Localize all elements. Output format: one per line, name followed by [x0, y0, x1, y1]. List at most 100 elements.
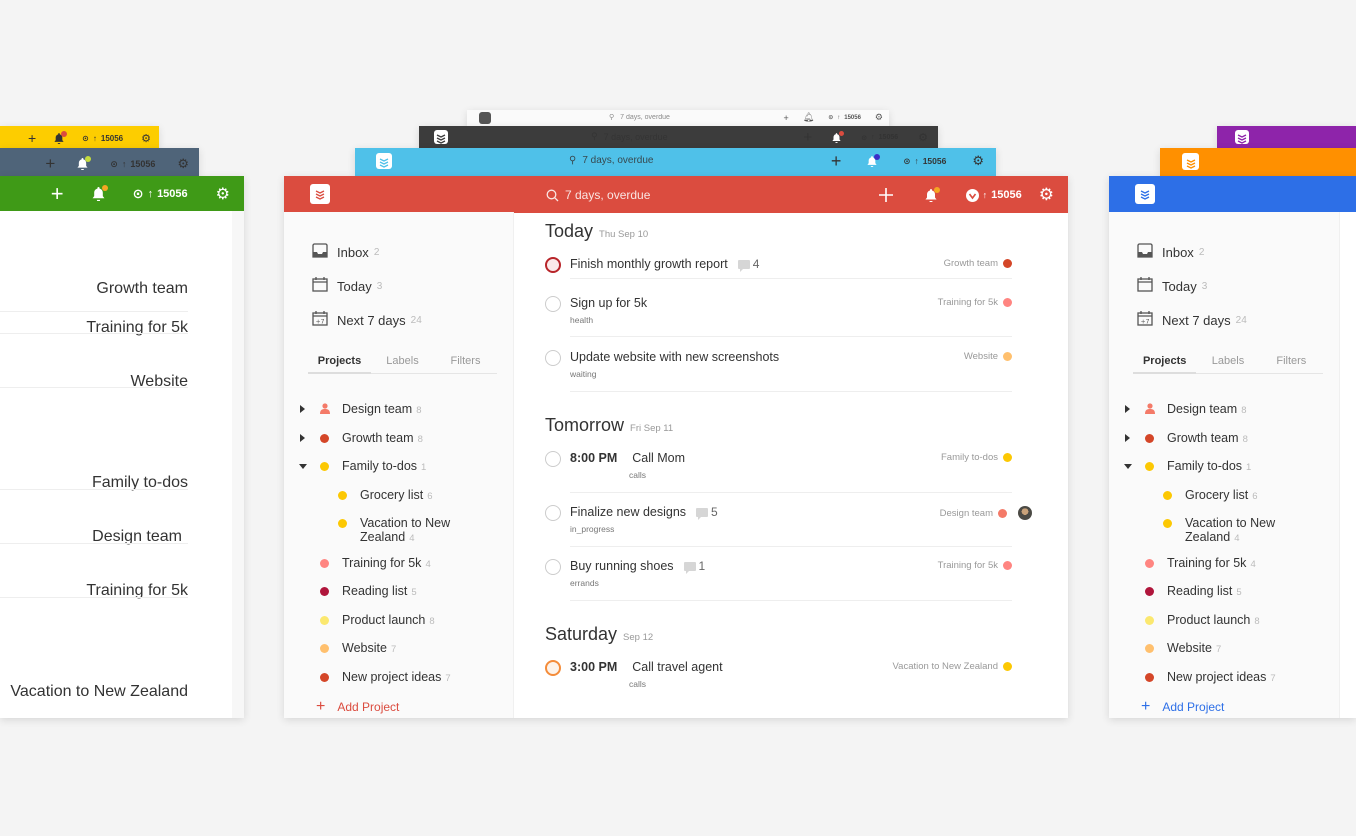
- project-item[interactable]: Product launch 8: [1145, 613, 1260, 629]
- task-label[interactable]: calls: [629, 470, 646, 480]
- task-project-tag[interactable]: Growth team: [944, 258, 1012, 269]
- karma-indicator[interactable]: ⊙ ↑ 15056: [861, 134, 898, 142]
- task-title[interactable]: Call Mom: [632, 451, 685, 465]
- gear-icon[interactable]: ⚙: [141, 132, 151, 145]
- task-title[interactable]: Finish monthly growth report: [570, 257, 728, 271]
- task-checkbox[interactable]: [545, 296, 561, 312]
- add-icon[interactable]: +: [804, 129, 813, 146]
- task-label[interactable]: calls: [629, 679, 646, 689]
- bell-icon[interactable]: [77, 156, 92, 170]
- task-checkbox[interactable]: [545, 257, 561, 273]
- project-item[interactable]: Website 7: [320, 641, 396, 657]
- project-item[interactable]: Design team 8: [1125, 402, 1246, 418]
- task-row[interactable]: Buy running shoes 1 errands Training for 5k: [545, 559, 1012, 589]
- nav-item-next-7-days[interactable]: +7 Next 7 days 24: [1137, 311, 1247, 329]
- expand-arrow-icon[interactable]: [1125, 434, 1130, 442]
- assignee-avatar[interactable]: [1018, 506, 1032, 520]
- task-checkbox[interactable]: [545, 350, 561, 366]
- project-item[interactable]: Growth team 8: [300, 431, 423, 447]
- add-icon[interactable]: +: [51, 183, 64, 205]
- tab-filters[interactable]: Filters: [434, 355, 497, 373]
- bell-icon[interactable]: [832, 130, 845, 143]
- karma-indicator[interactable]: ↑ 15056: [965, 188, 1022, 202]
- karma-indicator[interactable]: ⊙ ↑ 15056: [110, 159, 155, 170]
- comment-count[interactable]: 5: [696, 505, 718, 520]
- tab-labels[interactable]: Labels: [371, 355, 434, 373]
- project-item[interactable]: Vacation to New Zealand 4: [1163, 516, 1275, 546]
- search-input[interactable]: ⚲ 7 days, overdue: [569, 155, 654, 166]
- tab-projects[interactable]: Projects: [1133, 355, 1197, 374]
- project-item[interactable]: Training for 5k 4: [320, 556, 431, 572]
- nav-item-inbox[interactable]: Inbox 2: [1137, 243, 1204, 261]
- nav-item-today[interactable]: Today 3: [312, 277, 382, 295]
- collapse-arrow-icon[interactable]: [299, 464, 307, 469]
- search-input[interactable]: ⚲ 7 days, overdue: [591, 131, 668, 142]
- karma-indicator[interactable]: ⊙ ↑ 15056: [82, 134, 123, 143]
- gear-icon[interactable]: ⚙: [918, 131, 928, 144]
- project-item[interactable]: Reading list 5: [1145, 584, 1242, 600]
- task-title[interactable]: Call travel agent: [632, 660, 722, 674]
- project-item[interactable]: Grocery list 6: [338, 488, 433, 504]
- project-item[interactable]: Website 7: [1145, 641, 1221, 657]
- add-project-button[interactable]: + Add Project: [1141, 699, 1224, 715]
- search-input[interactable]: ⚲ 7 days, overdue: [609, 113, 670, 122]
- logo-icon[interactable]: [434, 130, 448, 144]
- nav-item-next-7-days[interactable]: +7 Next 7 days 24: [312, 311, 422, 329]
- task-checkbox[interactable]: [545, 505, 561, 521]
- task-project-tag[interactable]: Vacation to New Zealand: [10, 683, 188, 701]
- gear-icon[interactable]: ⚙: [1039, 185, 1054, 205]
- collapse-arrow-icon[interactable]: [1124, 464, 1132, 469]
- bell-icon[interactable]: [867, 153, 881, 167]
- task-checkbox[interactable]: [545, 559, 561, 575]
- task-row[interactable]: 3:00 PM Call travel agent calls Vacation to…: [545, 660, 1012, 690]
- tab-filters[interactable]: Filters: [1260, 355, 1323, 373]
- task-project-tag[interactable]: Training for 5k: [938, 297, 1012, 308]
- logo-icon[interactable]: [1182, 153, 1199, 170]
- project-item[interactable]: Training for 5k 4: [1145, 556, 1256, 572]
- task-project-tag[interactable]: Training for 5k: [86, 319, 188, 337]
- tab-labels[interactable]: Labels: [1196, 355, 1259, 373]
- logo-icon[interactable]: [310, 184, 330, 204]
- task-project-tag[interactable]: Training for 5k: [938, 560, 1012, 571]
- task-row[interactable]: Sign up for 5k health Training for 5k: [545, 296, 1012, 326]
- add-icon[interactable]: +: [45, 154, 55, 174]
- gear-icon[interactable]: ⚙: [875, 112, 883, 123]
- task-row[interactable]: Finish monthly growth report 4 Growth team: [545, 257, 1012, 287]
- gear-icon[interactable]: ⚙: [216, 184, 230, 204]
- task-project-tag[interactable]: Vacation to New Zealand: [893, 661, 1012, 672]
- task-checkbox[interactable]: [545, 660, 561, 676]
- add-icon[interactable]: +: [28, 130, 36, 146]
- nav-item-today[interactable]: Today 3: [1137, 277, 1207, 295]
- task-label[interactable]: errands: [570, 578, 599, 588]
- project-item[interactable]: Family to-dos 1: [299, 459, 426, 475]
- task-title[interactable]: Finalize new designs: [570, 505, 686, 519]
- search-input[interactable]: 7 days, overdue: [546, 188, 650, 202]
- tab-projects[interactable]: Projects: [308, 355, 371, 374]
- task-project-tag[interactable]: Family to-dos: [941, 452, 1012, 463]
- task-label[interactable]: waiting: [570, 369, 596, 379]
- task-project-tag[interactable]: Website: [964, 351, 1012, 362]
- task-row[interactable]: Update website with new screenshots waiti…: [545, 350, 1012, 380]
- expand-arrow-icon[interactable]: [300, 434, 305, 442]
- karma-indicator[interactable]: ⊙ ↑ 15056: [903, 156, 946, 167]
- task-label[interactable]: health: [570, 315, 593, 325]
- project-item[interactable]: Family to-dos 1: [1124, 459, 1251, 475]
- project-item[interactable]: New project ideas 7: [320, 670, 451, 686]
- bell-icon[interactable]: [54, 130, 68, 144]
- karma-indicator[interactable]: ⊙ ↑ 15056: [828, 114, 861, 122]
- task-checkbox[interactable]: [545, 451, 561, 467]
- bell-icon[interactable]: [925, 186, 940, 202]
- logo-icon[interactable]: [1135, 184, 1155, 204]
- project-item[interactable]: Design team 8: [300, 402, 421, 418]
- task-title[interactable]: Sign up for 5k: [570, 296, 647, 310]
- add-icon[interactable]: +: [784, 113, 789, 123]
- comment-count[interactable]: 1: [683, 559, 705, 574]
- project-item[interactable]: Growth team 8: [1125, 431, 1248, 447]
- add-project-button[interactable]: + Add Project: [316, 699, 399, 715]
- comment-count[interactable]: 4: [737, 257, 759, 272]
- bell-icon[interactable]: [92, 185, 108, 201]
- task-project-tag[interactable]: Website: [130, 373, 188, 391]
- task-project-tag[interactable]: Design team: [940, 506, 1032, 520]
- expand-arrow-icon[interactable]: [1125, 405, 1130, 413]
- project-item[interactable]: Reading list 5: [320, 584, 417, 600]
